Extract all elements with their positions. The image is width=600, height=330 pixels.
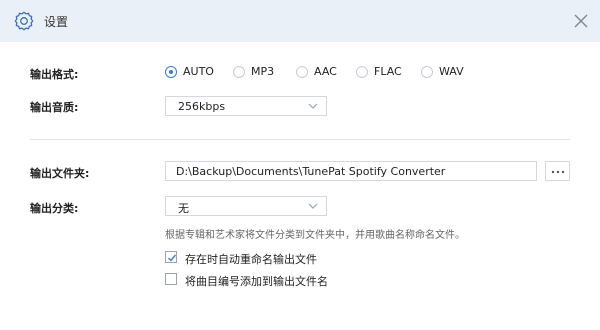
radio-indicator	[296, 66, 308, 78]
checkbox-label: 存在时自动重命名输出文件	[185, 253, 317, 266]
radio-label: AUTO	[183, 65, 214, 78]
radio-indicator	[165, 66, 177, 78]
output-format-label: 输出格式:	[30, 68, 79, 81]
radio-indicator	[233, 66, 245, 78]
title-bar: 设置	[0, 0, 600, 42]
gear-icon	[14, 11, 34, 31]
checkbox-label: 将曲目编号添加到输出文件名	[185, 275, 328, 288]
check-icon	[168, 254, 177, 262]
output-quality-select[interactable]: 256kbps	[165, 96, 327, 116]
organize-hint-text: 根据专辑和艺术家将文件分类到文件夹中，并用歌曲名称命名文件。	[165, 230, 465, 241]
radio-indicator	[356, 66, 368, 78]
output-folder-field[interactable]: D:\Backup\Documents\TunePat Spotify Conv…	[165, 161, 537, 181]
output-folder-path: D:\Backup\Documents\TunePat Spotify Conv…	[176, 165, 446, 178]
chevron-down-icon	[308, 103, 318, 109]
browse-folder-button[interactable]	[545, 161, 570, 181]
section-divider	[30, 139, 570, 140]
select-value: 256kbps	[178, 100, 226, 113]
radio-label: AAC	[314, 65, 337, 78]
output-quality-label: 输出音质:	[30, 101, 79, 114]
radio-label: WAV	[439, 65, 464, 78]
checkbox-box	[165, 251, 177, 263]
checkbox-box	[165, 273, 177, 285]
radio-indicator	[421, 66, 433, 78]
output-folder-label: 输出文件夹:	[30, 167, 90, 180]
close-icon[interactable]	[572, 12, 590, 30]
radio-label: FLAC	[374, 65, 402, 78]
ellipsis-icon	[551, 170, 565, 174]
settings-dialog: 设置 输出格式: AUTO MP3 AAC FLAC WAV 输出音质: 256	[0, 0, 600, 330]
output-organize-label: 输出分类:	[30, 202, 79, 215]
select-value: 无	[178, 202, 189, 215]
radio-label: MP3	[251, 65, 275, 78]
chevron-down-icon	[308, 203, 318, 209]
dialog-title: 设置	[44, 15, 69, 29]
output-organize-select[interactable]: 无	[165, 196, 327, 216]
